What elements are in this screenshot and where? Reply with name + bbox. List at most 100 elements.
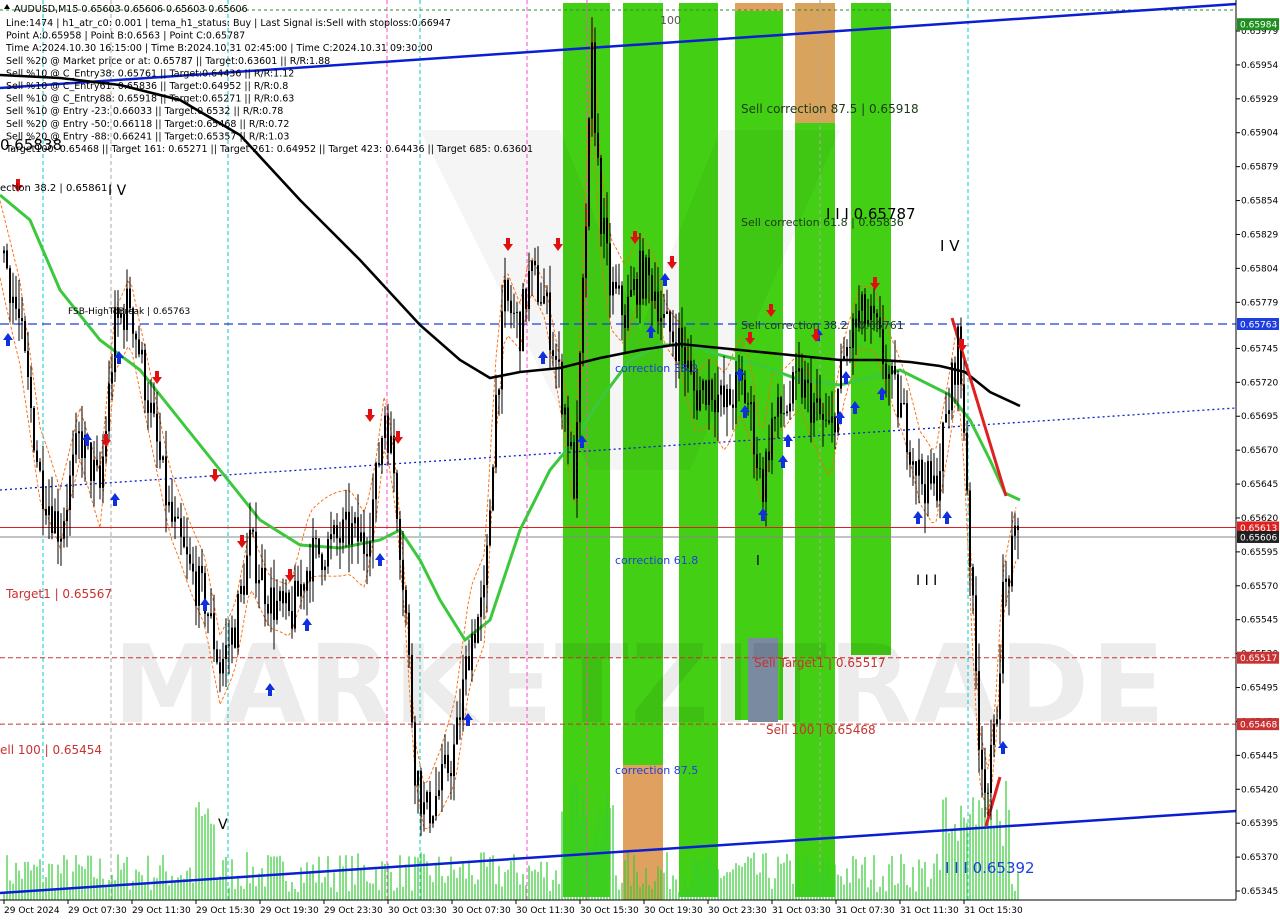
candle-body bbox=[324, 566, 326, 571]
candle-body bbox=[621, 285, 623, 316]
candle-body bbox=[438, 790, 440, 796]
price-tag-label: 0.65984 bbox=[1240, 21, 1277, 31]
candle-body bbox=[711, 380, 713, 400]
price-tick-label: 0.65495 bbox=[1241, 684, 1278, 694]
candle-body bbox=[921, 459, 923, 485]
candle-body bbox=[216, 649, 218, 663]
candle-body bbox=[924, 484, 926, 504]
candle-body bbox=[762, 468, 764, 502]
chart-annotation: I V bbox=[940, 237, 960, 255]
candle-body bbox=[753, 402, 755, 455]
candle-body bbox=[318, 538, 320, 555]
price-tick-label: 0.65670 bbox=[1241, 446, 1278, 456]
candle-body bbox=[837, 388, 839, 433]
candle-body bbox=[660, 317, 662, 322]
price-tick-label: 0.65570 bbox=[1241, 582, 1278, 592]
candle-body bbox=[426, 791, 428, 803]
candle-body bbox=[228, 644, 230, 646]
candle-body bbox=[141, 349, 143, 355]
candle-body bbox=[36, 450, 38, 462]
chart-svg: MARKETZITRADE Sell correction 87.5 | 0.6… bbox=[0, 0, 1280, 920]
candle-body bbox=[909, 452, 911, 465]
candle-body bbox=[771, 418, 773, 461]
candle-body bbox=[33, 408, 35, 451]
candle-body bbox=[495, 394, 497, 468]
candle-body bbox=[912, 461, 914, 465]
candle-body bbox=[15, 296, 17, 309]
candle-body bbox=[531, 260, 533, 271]
candle-body bbox=[270, 587, 272, 614]
candle-body bbox=[963, 384, 965, 433]
chart-annotation: I I I bbox=[916, 573, 937, 589]
candle-body bbox=[351, 523, 353, 545]
candle-body bbox=[114, 307, 116, 373]
candle-body bbox=[282, 591, 284, 604]
candle-body bbox=[453, 744, 455, 777]
candle-body bbox=[1017, 525, 1019, 530]
candle-body bbox=[249, 529, 251, 556]
candle-body bbox=[522, 289, 524, 352]
time-tick-label: 30 Oct 11:30 bbox=[516, 906, 575, 916]
candle-body bbox=[174, 516, 176, 522]
candle-body bbox=[6, 250, 8, 269]
candle-body bbox=[885, 363, 887, 379]
chart-annotation: Sell 100 | 0.65468 bbox=[766, 723, 876, 737]
candle-body bbox=[234, 627, 236, 648]
price-tick-label: 0.65929 bbox=[1241, 95, 1278, 105]
candle-body bbox=[795, 371, 797, 373]
candle-body bbox=[765, 451, 767, 502]
candle-body bbox=[960, 326, 962, 385]
candle-body bbox=[639, 250, 641, 305]
candle-body bbox=[750, 402, 752, 405]
info-line: Line:1474 | h1_atr_c0: 0.001 | tema_h1_s… bbox=[6, 18, 451, 29]
price-tick-label: 0.65545 bbox=[1241, 616, 1278, 626]
candle-body bbox=[186, 546, 188, 555]
candle-body bbox=[285, 592, 287, 604]
candle-body bbox=[309, 570, 311, 582]
candle-body bbox=[102, 456, 104, 488]
candle-body bbox=[153, 402, 155, 414]
candle-body bbox=[384, 415, 386, 438]
candle-body bbox=[936, 475, 938, 501]
candle-body bbox=[969, 490, 971, 568]
candle-body bbox=[201, 565, 203, 574]
candle-body bbox=[648, 257, 650, 276]
time-tick-label: 29 Oct 15:30 bbox=[196, 906, 255, 916]
time-axis: 29 Oct 2024 29 Oct 07:30 29 Oct 11:30 29 Oc… bbox=[0, 899, 1280, 920]
candle-body bbox=[18, 308, 20, 318]
candle-body bbox=[564, 407, 566, 415]
candle-body bbox=[804, 379, 806, 398]
chart-annotation: I I I 0.65392 bbox=[945, 859, 1035, 877]
candle-body bbox=[666, 311, 668, 314]
candle-body bbox=[870, 305, 872, 320]
candle-body bbox=[810, 383, 812, 423]
candle-body bbox=[294, 580, 296, 629]
candle-body bbox=[489, 510, 491, 546]
candle-body bbox=[513, 312, 515, 314]
candle-body bbox=[399, 519, 401, 560]
candle-body bbox=[948, 410, 950, 414]
candle-body bbox=[39, 461, 41, 471]
candle-body bbox=[474, 633, 476, 643]
candle-body bbox=[198, 565, 200, 606]
candle-body bbox=[780, 397, 782, 414]
candle-body bbox=[27, 351, 29, 377]
candle-body bbox=[627, 296, 629, 328]
candle-body bbox=[894, 366, 896, 375]
candle-body bbox=[984, 769, 986, 793]
candle-body bbox=[624, 315, 626, 328]
candle-body bbox=[267, 604, 269, 614]
candle-body bbox=[747, 403, 749, 405]
candle-body bbox=[942, 422, 944, 472]
candle-body bbox=[717, 394, 719, 413]
candle-body bbox=[9, 268, 11, 303]
candle-body bbox=[720, 385, 722, 395]
candle-body bbox=[594, 42, 596, 133]
chart-annotation: I bbox=[756, 554, 760, 569]
candle-body bbox=[468, 656, 470, 671]
candle-body bbox=[699, 390, 701, 411]
candle-body bbox=[369, 541, 371, 557]
info-line: Target100: 0.65468 || Target 161: 0.6527… bbox=[5, 144, 533, 155]
candle-body bbox=[165, 456, 167, 506]
candle-body bbox=[543, 296, 545, 304]
